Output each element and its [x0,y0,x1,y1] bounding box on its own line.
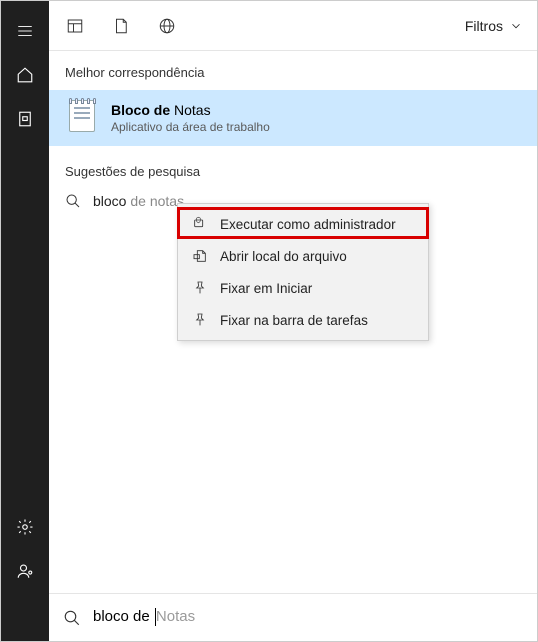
result-title: Bloco de Notas [111,102,270,118]
context-pin-to-start[interactable]: Fixar em Iniciar [178,272,428,304]
context-item-label: Abrir local do arquivo [220,249,347,264]
best-match-result[interactable]: Bloco de Notas Aplicativo da área de tra… [49,90,537,146]
filters-label: Filtros [465,18,503,34]
suggestions-label: Sugestões de pesquisa [49,146,537,187]
user-icon[interactable] [1,549,49,593]
search-icon [63,609,81,627]
folder-icon [192,248,208,264]
home-icon[interactable] [1,53,49,97]
pin-icon [192,312,208,328]
best-match-label: Melhor correspondência [49,51,537,90]
search-icon [65,193,81,209]
context-item-label: Fixar na barra de tarefas [220,313,368,328]
context-run-as-admin[interactable]: Executar como administrador [178,208,428,240]
apps-icon[interactable] [63,14,87,38]
document-icon[interactable] [1,97,49,141]
top-toolbar: Filtros [49,1,537,51]
context-item-label: Executar como administrador [220,217,396,232]
main-panel: Filtros Melhor correspondência Bloco de … [49,1,537,641]
pin-icon [192,280,208,296]
context-menu: Executar como administrador Abrir local … [177,203,429,341]
documents-icon[interactable] [109,14,133,38]
context-pin-to-taskbar[interactable]: Fixar na barra de tarefas [178,304,428,336]
search-text: bloco de Notas [93,608,195,626]
shield-icon [192,216,208,232]
chevron-down-icon [509,19,523,33]
settings-icon[interactable] [1,505,49,549]
web-icon[interactable] [155,14,179,38]
left-sidebar [1,1,49,641]
context-item-label: Fixar em Iniciar [220,281,312,296]
result-subtitle: Aplicativo da área de trabalho [111,120,270,134]
filters-button[interactable]: Filtros [465,18,523,34]
menu-icon[interactable] [1,9,49,53]
context-open-file-location[interactable]: Abrir local do arquivo [178,240,428,272]
notepad-icon [65,98,99,138]
search-bar[interactable]: bloco de Notas [49,593,537,641]
